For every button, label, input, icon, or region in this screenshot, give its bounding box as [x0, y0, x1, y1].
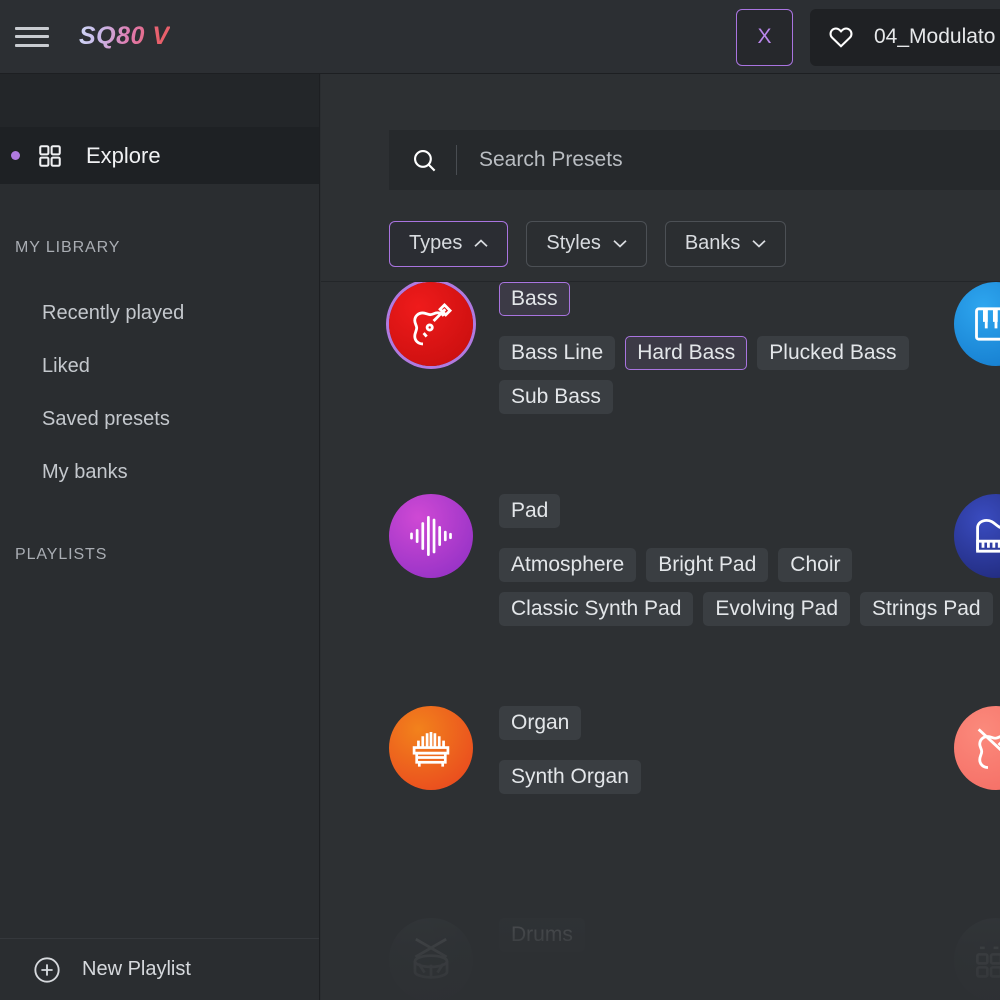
sidebar-item-explore[interactable]: Explore	[0, 127, 319, 184]
preset-name-bar[interactable]: 04_Modulato	[810, 8, 1000, 66]
sidebar-item-label: Liked	[42, 355, 90, 377]
tag-strings-pad[interactable]: Strings Pad	[860, 592, 993, 626]
sidebar-item-label: Recently played	[42, 302, 185, 324]
tag-plucked-bass[interactable]: Plucked Bass	[757, 336, 909, 370]
type-row-drums: Drums	[389, 918, 1000, 1000]
filter-banks-label: Banks	[684, 232, 741, 254]
heart-icon[interactable]	[828, 24, 854, 50]
tag-atmosphere[interactable]: Atmosphere	[499, 548, 637, 582]
drum-pads-glyph	[976, 946, 1000, 978]
filter-styles-label: Styles	[546, 232, 601, 254]
tag-classic-synth-pad[interactable]: Classic Synth Pad	[499, 592, 694, 626]
type-tags-organ: Organ Synth Organ	[499, 706, 999, 794]
hamburger-line	[15, 35, 49, 38]
tag-evolving-pad[interactable]: Evolving Pad	[703, 592, 850, 626]
filter-banks-button[interactable]: Banks	[664, 220, 787, 267]
type-tags-drums: Drums	[499, 918, 999, 952]
filter-styles-button[interactable]: Styles	[526, 220, 647, 267]
search-zone: Search Presets	[321, 74, 1000, 206]
tag-sub-bass[interactable]: Sub Bass	[499, 380, 613, 414]
header-right-group: X 04_Modulato	[736, 0, 1000, 74]
chevron-up-icon	[474, 239, 488, 247]
search-divider	[456, 145, 457, 175]
sidebar-library-list: Recently played Liked Saved presets My b…	[0, 287, 319, 499]
plus-circle-icon	[34, 956, 60, 983]
organ-glyph	[412, 731, 450, 767]
tag-pad[interactable]: Pad	[499, 494, 561, 528]
waveform-glyph	[410, 516, 452, 556]
tag-synth-organ[interactable]: Synth Organ	[499, 760, 641, 794]
sidebar: Explore MY LIBRARY Recently played Liked…	[0, 74, 320, 1000]
type-tags-pad: Pad Atmosphere Bright Pad Choir Classic …	[499, 494, 999, 626]
new-playlist-button[interactable]: New Playlist	[0, 938, 319, 1000]
tag-bass[interactable]: Bass	[499, 282, 570, 316]
type-row-organ: Organ Synth Organ	[389, 706, 1000, 794]
waveform-icon[interactable]	[389, 494, 473, 578]
grid-icon	[39, 144, 61, 167]
hamburger-line	[15, 43, 49, 47]
sidebar-item-label: Saved presets	[42, 408, 170, 430]
sidebar-top-spacer	[0, 74, 319, 127]
tag-drums[interactable]: Drums	[499, 918, 585, 952]
app-header: SQ80 V X 04_Modulato	[0, 0, 1000, 74]
sidebar-item-saved-presets[interactable]: Saved presets	[0, 393, 319, 446]
sidebar-item-recently-played[interactable]: Recently played	[0, 287, 319, 340]
tag-hard-bass[interactable]: Hard Bass	[625, 336, 748, 370]
type-results-list: Bass Bass Line Hard Bass Plucked Bass Su…	[321, 282, 1000, 1000]
guitar-icon[interactable]	[389, 282, 473, 366]
drum-glyph	[413, 938, 449, 979]
sidebar-item-my-banks[interactable]: My banks	[0, 446, 319, 499]
hamburger-line	[15, 26, 49, 30]
organ-icon[interactable]	[389, 706, 473, 790]
preset-name-label: 04_Modulato	[874, 25, 996, 48]
filter-bar: Types Styles Banks	[321, 206, 1000, 282]
grand-piano-glyph	[976, 518, 1000, 553]
hamburger-icon[interactable]	[15, 24, 49, 50]
type-row-pad: Pad Atmosphere Bright Pad Choir Classic …	[389, 494, 1000, 626]
sidebar-item-explore-label: Explore	[86, 142, 161, 168]
search-placeholder: Search Presets	[479, 148, 623, 171]
active-indicator-dot	[11, 151, 20, 160]
main-panel: Search Presets Types Styles Banks Bass B…	[321, 74, 1000, 1000]
tag-bright-pad[interactable]: Bright Pad	[646, 548, 769, 582]
tag-choir[interactable]: Choir	[778, 548, 853, 582]
filter-types-label: Types	[409, 232, 463, 254]
sidebar-heading-my-library: MY LIBRARY	[15, 239, 121, 256]
tag-bass-line[interactable]: Bass Line	[499, 336, 616, 370]
app-brand-logo: SQ80 V	[79, 22, 170, 50]
drum-icon[interactable]	[389, 918, 473, 1000]
new-playlist-label: New Playlist	[82, 958, 191, 980]
guitar-glyph	[413, 302, 453, 346]
search-icon[interactable]	[411, 147, 438, 174]
chevron-down-icon	[752, 240, 767, 248]
chevron-down-icon	[613, 240, 627, 248]
sidebar-item-label: My banks	[42, 461, 128, 483]
type-row-bass: Bass Bass Line Hard Bass Plucked Bass Su…	[389, 282, 1000, 414]
sidebar-heading-playlists: PLAYLISTS	[15, 546, 108, 563]
type-tags-bass: Bass Bass Line Hard Bass Plucked Bass Su…	[499, 282, 999, 414]
piano-keys-glyph	[975, 307, 1000, 341]
violin-glyph	[977, 728, 1000, 769]
search-input[interactable]: Search Presets	[389, 130, 1000, 190]
close-button[interactable]: X	[736, 8, 793, 66]
tag-organ[interactable]: Organ	[499, 706, 582, 740]
sidebar-item-liked[interactable]: Liked	[0, 340, 319, 393]
filter-types-button[interactable]: Types	[389, 220, 509, 267]
